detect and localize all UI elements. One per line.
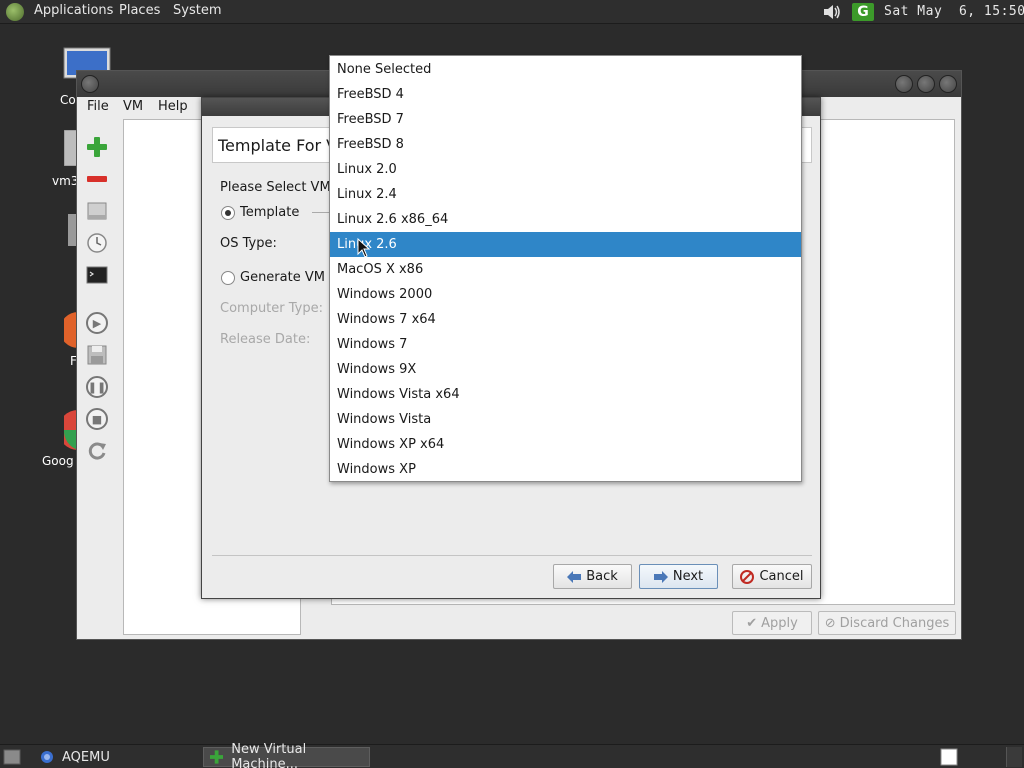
os-option[interactable]: FreeBSD 8 (330, 132, 801, 157)
places-menu[interactable]: Places (119, 3, 160, 18)
os-option[interactable]: Linux 2.0 (330, 157, 801, 182)
play-icon[interactable]: ▶ (85, 311, 109, 335)
cancel-icon: ⊘ (824, 615, 836, 631)
gnome-foot-icon[interactable] (6, 3, 24, 21)
stop-icon[interactable]: ■ (85, 407, 109, 431)
os-option[interactable]: Windows XP x64 (330, 432, 801, 457)
os-type-dropdown-list[interactable]: None Selected FreeBSD 4 FreeBSD 7 FreeBS… (329, 55, 802, 482)
g-update-icon[interactable]: G (852, 3, 874, 21)
maximize-icon[interactable] (917, 75, 935, 93)
os-option[interactable]: Linux 2.6 x86_64 (330, 207, 801, 232)
clock-icon[interactable] (85, 231, 109, 255)
taskbar-entry-aqemu[interactable]: AQEMU (34, 747, 194, 767)
cancel-icon (740, 569, 755, 584)
computer-type-label: Computer Type: (220, 301, 323, 316)
top-panel: Applications Places System G Sat May 6, … (0, 0, 1024, 24)
os-option[interactable]: Windows Vista x64 (330, 382, 801, 407)
vm-disk-icon[interactable] (85, 199, 109, 223)
cancel-label: Cancel (759, 569, 804, 584)
workspace-switcher-icon[interactable] (940, 748, 958, 766)
apply-label: Apply (761, 615, 798, 631)
arrow-right-icon (653, 570, 668, 583)
menu-vm[interactable]: VM (123, 99, 143, 114)
remove-vm-icon[interactable] (85, 167, 109, 191)
save-icon[interactable] (85, 343, 109, 367)
template-label[interactable]: Template (240, 205, 299, 220)
generate-vm-radio[interactable] (221, 271, 235, 285)
applications-menu[interactable]: Applications (34, 3, 113, 18)
next-button[interactable]: Next (639, 564, 718, 589)
template-radio[interactable] (221, 206, 235, 220)
panel-edge-handle[interactable] (1006, 747, 1022, 767)
check-icon: ✔ (746, 615, 758, 631)
apply-button[interactable]: ✔ Apply (732, 611, 812, 635)
volume-icon[interactable] (822, 3, 842, 21)
window-menu-icon[interactable] (81, 75, 99, 93)
os-option-selected[interactable]: Linux 2.6 (330, 232, 801, 257)
os-option[interactable]: Windows XP (330, 457, 801, 482)
os-option[interactable]: Windows 2000 (330, 282, 801, 307)
minimize-icon[interactable] (895, 75, 913, 93)
discard-label: Discard Changes (839, 615, 950, 631)
os-option[interactable]: Windows 7 (330, 332, 801, 357)
aqemu-icon (41, 751, 53, 763)
menu-help[interactable]: Help (158, 99, 188, 114)
os-option[interactable]: Windows 7 x64 (330, 307, 801, 332)
generate-vm-label[interactable]: Generate VM (240, 270, 325, 285)
os-option[interactable]: Windows Vista (330, 407, 801, 432)
mouse-cursor-icon (357, 238, 371, 258)
back-button[interactable]: Back (553, 564, 632, 589)
arrow-left-icon (567, 570, 582, 583)
desktop-icon-label: vm3 (52, 174, 79, 188)
os-option[interactable]: Linux 2.4 (330, 182, 801, 207)
taskbar-label: New Virtual Machine... (231, 742, 307, 768)
os-option[interactable]: FreeBSD 4 (330, 82, 801, 107)
show-desktop-icon[interactable] (3, 749, 21, 765)
clock[interactable]: Sat May 6, 15:50 (884, 4, 1024, 19)
add-vm-icon[interactable] (85, 135, 109, 159)
dialog-separator (212, 555, 812, 556)
system-menu[interactable]: System (173, 3, 221, 18)
bottom-taskbar: AQEMU New Virtual Machine... (0, 742, 1024, 768)
os-option[interactable]: FreeBSD 7 (330, 107, 801, 132)
os-type-label: OS Type: (220, 236, 277, 251)
os-option[interactable]: MacOS X x86 (330, 257, 801, 282)
pause-icon[interactable]: ❚❚ (85, 375, 109, 399)
os-option[interactable]: Windows 9X (330, 357, 801, 382)
menu-file[interactable]: File (87, 99, 109, 114)
select-vm-label: Please Select VM (220, 180, 331, 195)
vm-toolbar: ▶ ❚❚ ■ (79, 119, 115, 639)
add-vm-icon (210, 750, 224, 764)
close-icon[interactable] (939, 75, 957, 93)
desktop-icon-label: Co (60, 93, 76, 107)
cancel-button[interactable]: Cancel (732, 564, 812, 589)
taskbar-entry-new-vm[interactable]: New Virtual Machine... (203, 742, 370, 768)
desktop-icon-label: Goog (42, 454, 74, 468)
release-date-label: Release Date: (220, 332, 311, 347)
next-label: Next (672, 569, 704, 584)
discard-changes-button[interactable]: ⊘ Discard Changes (818, 611, 956, 635)
taskbar-label: AQEMU (62, 749, 110, 765)
terminal-icon[interactable] (85, 263, 109, 287)
reload-icon[interactable] (85, 439, 109, 463)
os-option[interactable]: None Selected (330, 57, 801, 82)
back-label: Back (586, 569, 618, 584)
